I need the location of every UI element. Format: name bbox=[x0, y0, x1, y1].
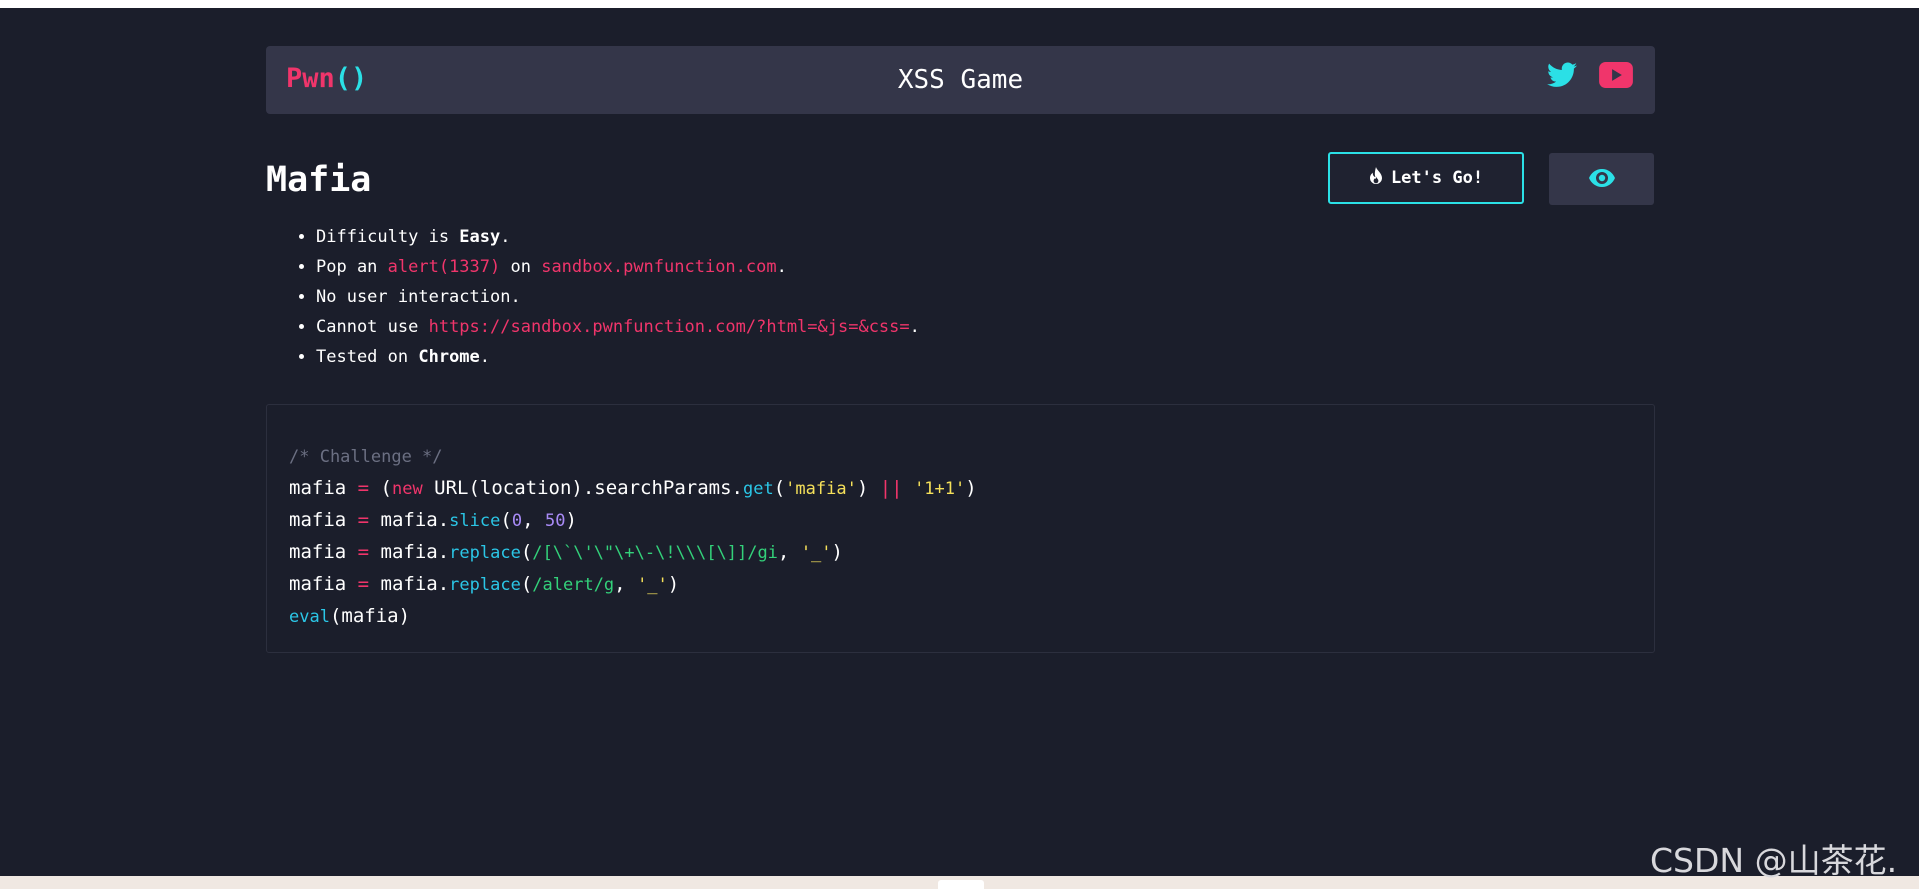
code-token: , bbox=[614, 573, 638, 595]
sandbox-domain: sandbox.pwnfunction.com bbox=[541, 257, 777, 277]
rule-text: No user interaction. bbox=[316, 287, 521, 307]
code-comment: /* Challenge */ bbox=[289, 447, 443, 467]
rules-list: Difficulty is Easy. Pop an alert(1337) o… bbox=[298, 222, 920, 372]
rule-text: Cannot use bbox=[316, 317, 429, 337]
code-token: ) bbox=[831, 541, 843, 563]
code-token: ) bbox=[667, 573, 680, 595]
rule-text: . bbox=[776, 257, 787, 277]
code-token: ( bbox=[520, 541, 533, 563]
fire-icon bbox=[1369, 166, 1383, 190]
code-line-5: eval(mafia) bbox=[289, 605, 410, 627]
code-token: = bbox=[357, 573, 370, 595]
code-token: , bbox=[777, 541, 801, 563]
code-token: 0 bbox=[511, 511, 523, 531]
code-token: 50 bbox=[544, 511, 566, 531]
code-token: (mafia) bbox=[329, 605, 411, 627]
code-token: replace bbox=[449, 575, 521, 595]
lets-go-button[interactable]: Let's Go! bbox=[1328, 152, 1524, 204]
code-token: ( bbox=[500, 509, 512, 531]
code-token: /[\`\'\"\+\-\!\\\[\]]/gi bbox=[532, 543, 778, 563]
code-token: = bbox=[357, 509, 370, 531]
code-token: ( bbox=[773, 477, 786, 499]
code-block: /* Challenge */ mafia = (new URL(locatio… bbox=[266, 404, 1655, 653]
code-token: ( bbox=[520, 573, 533, 595]
code-token: ) bbox=[565, 509, 577, 531]
code-token: '_' bbox=[637, 575, 668, 595]
rule-item: Difficulty is Easy. bbox=[316, 222, 920, 252]
code-line-4: mafia = mafia.replace(/alert/g, '_') bbox=[289, 573, 679, 595]
code-token: '1+1' bbox=[914, 479, 966, 499]
browser-value: Chrome bbox=[418, 347, 480, 367]
code-token: mafia bbox=[289, 573, 358, 595]
eye-icon bbox=[1588, 168, 1615, 190]
code-token: mafia bbox=[289, 509, 358, 531]
rule-item: Cannot use https://sandbox.pwnfunction.c… bbox=[316, 312, 920, 342]
rule-item: Pop an alert(1337) on sandbox.pwnfunctio… bbox=[316, 252, 920, 282]
code-token: mafia. bbox=[369, 541, 450, 563]
code-token: mafia bbox=[289, 541, 358, 563]
code-line-3: mafia = mafia.replace(/[\`\'\"\+\-\!\\\[… bbox=[289, 541, 843, 563]
rule-item: No user interaction. bbox=[316, 282, 920, 312]
code-token: mafia. bbox=[369, 573, 450, 595]
challenge-title: Mafia bbox=[266, 160, 372, 200]
rule-text: . bbox=[500, 227, 511, 247]
code-token: new bbox=[391, 479, 423, 499]
challenge-code: /* Challenge */ mafia = (new URL(locatio… bbox=[289, 441, 977, 633]
code-token: eval bbox=[289, 607, 330, 627]
rule-text: . bbox=[479, 347, 491, 367]
code-token: 'mafia' bbox=[785, 479, 857, 499]
code-token: mafia bbox=[289, 477, 358, 499]
code-token: || bbox=[879, 477, 903, 499]
youtube-icon[interactable] bbox=[1599, 62, 1633, 88]
navbar: Pwn() XSS Game bbox=[266, 46, 1655, 114]
code-line-2: mafia = mafia.slice(0, 50) bbox=[289, 509, 577, 531]
alert-code: alert(1337) bbox=[387, 257, 501, 277]
code-token: ( bbox=[369, 477, 392, 499]
social-links bbox=[1547, 62, 1633, 88]
bottom-handle bbox=[938, 880, 984, 889]
site-title: XSS Game bbox=[897, 65, 1024, 95]
code-line-1: mafia = (new URL(location).searchParams.… bbox=[289, 477, 977, 499]
watermark: CSDN @山茶花. bbox=[1650, 841, 1898, 880]
code-token: , bbox=[522, 509, 545, 531]
rule-text: Tested on bbox=[316, 347, 419, 367]
sandbox-url: https://sandbox.pwnfunction.com/?html=&j… bbox=[428, 317, 910, 337]
twitter-icon[interactable] bbox=[1547, 62, 1577, 88]
code-token: ) bbox=[856, 477, 880, 499]
code-token: get bbox=[743, 479, 774, 499]
rule-text: Pop an bbox=[316, 257, 388, 277]
view-source-button[interactable] bbox=[1549, 153, 1654, 205]
code-token: URL(location).searchParams. bbox=[422, 477, 743, 499]
rule-item: Tested on Chrome. bbox=[316, 342, 920, 372]
lets-go-label: Let's Go! bbox=[1390, 168, 1484, 188]
code-token: = bbox=[357, 541, 370, 563]
code-token: mafia. bbox=[369, 509, 450, 531]
code-token: /alert/g bbox=[532, 575, 615, 595]
code-token: = bbox=[357, 477, 370, 499]
top-edge bbox=[0, 0, 1919, 8]
code-token: replace bbox=[449, 543, 521, 563]
difficulty-value: Easy bbox=[459, 227, 501, 247]
code-token: '_' bbox=[800, 543, 832, 563]
rule-text: on bbox=[500, 257, 542, 277]
rule-text: Difficulty is bbox=[316, 227, 460, 247]
code-token: slice bbox=[449, 511, 501, 531]
rule-text: . bbox=[909, 317, 920, 337]
code-token: ) bbox=[965, 477, 977, 499]
